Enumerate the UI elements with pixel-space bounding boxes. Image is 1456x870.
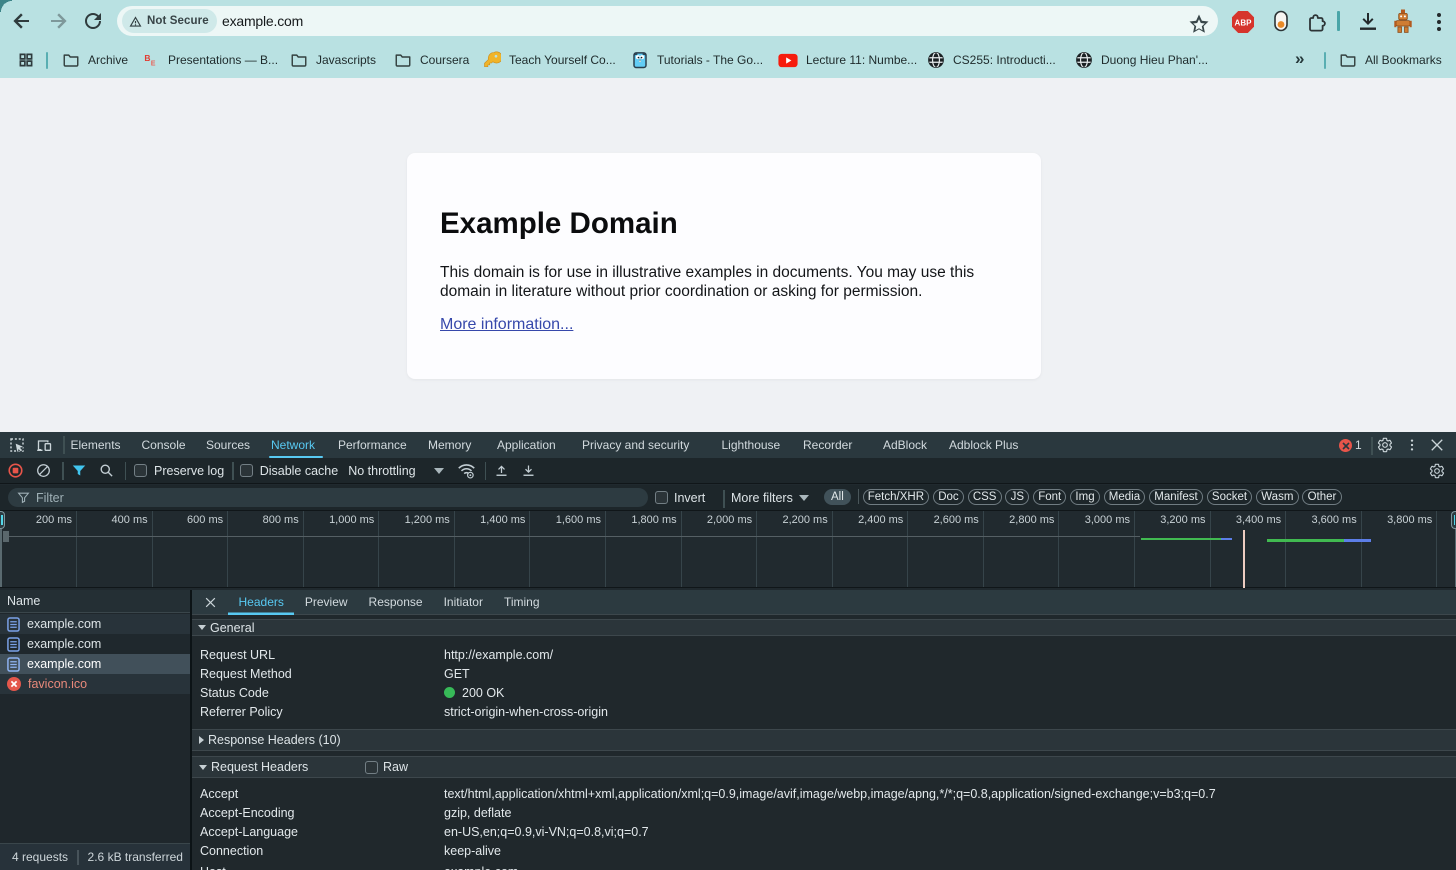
svg-text:B: B (144, 53, 150, 63)
svg-text:E: E (151, 59, 156, 67)
svg-text:ABP: ABP (1235, 19, 1253, 28)
